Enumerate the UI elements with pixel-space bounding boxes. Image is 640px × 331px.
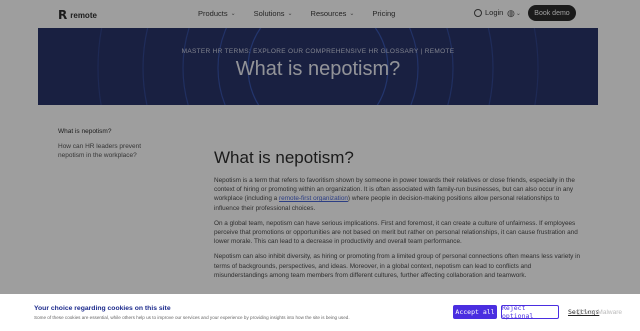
cookie-overlay-backdrop	[0, 0, 640, 331]
reject-optional-button[interactable]: Reject optional	[501, 304, 559, 320]
cookie-consent-banner: Your choice regarding cookies on this si…	[0, 294, 640, 331]
cookie-description: Some of these cookies are essential, whi…	[34, 315, 350, 320]
watermark: @ScanMalware	[576, 309, 622, 316]
accept-all-button[interactable]: Accept all	[453, 305, 497, 319]
cookie-title: Your choice regarding cookies on this si…	[34, 305, 171, 312]
